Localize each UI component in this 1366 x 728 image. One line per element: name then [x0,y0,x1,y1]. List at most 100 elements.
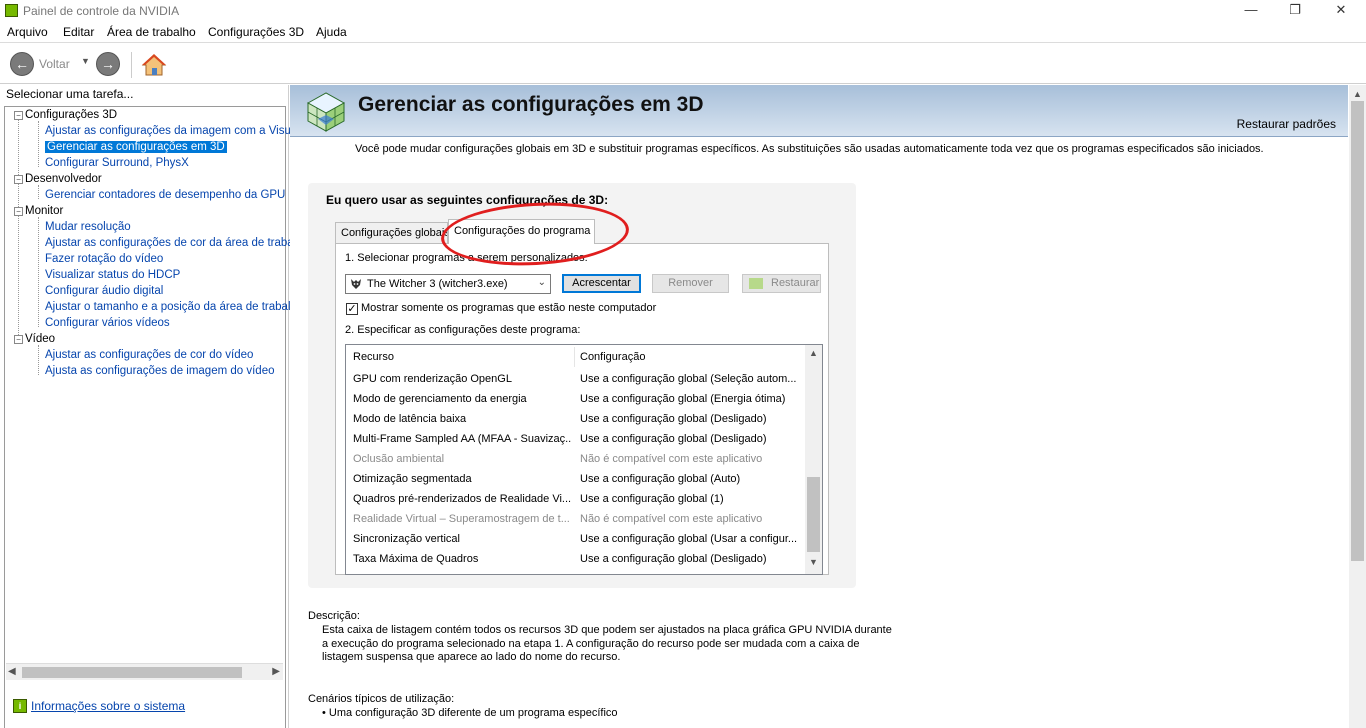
scroll-thumb[interactable] [22,667,242,678]
table-row[interactable]: Sincronização vertical Use a configuração… [346,530,806,550]
menu-arquivo[interactable]: Arquivo [7,25,48,39]
system-info-icon[interactable]: i [13,699,27,713]
add-program-button[interactable]: Acrescentar [562,274,641,293]
scroll-thumb[interactable] [1351,101,1364,561]
tree-item-audio-digital[interactable]: Configurar áudio digital [45,285,163,297]
chevron-down-icon[interactable]: ⌄ [538,277,546,288]
tree-item-surround-physx[interactable]: Configurar Surround, PhysX [45,157,189,169]
main-vertical-scrollbar[interactable]: ▲ [1349,85,1366,728]
column-header-configuracao[interactable]: Configuração [580,351,645,363]
feature-setting[interactable]: Use a configuração global (Desligado) [580,553,802,565]
nvidia-logo-icon [749,278,763,289]
tree-item-gerenciar-3d[interactable]: Gerenciar as configurações em 3D [45,141,227,153]
show-local-programs-label[interactable]: Mostrar somente os programas que estão n… [361,302,656,314]
feature-settings-table: Recurso Configuração GPU com renderizaçã… [345,344,823,575]
tree-item-tamanho-posicao[interactable]: Ajustar o tamanho e a posição da área de… [45,301,297,313]
tree-connector [38,345,39,375]
tree-connector [38,217,39,327]
feature-name: Taxa Máxima de Quadros [353,553,479,565]
column-header-recurso[interactable]: Recurso [353,351,394,363]
scroll-down-icon[interactable]: ▼ [809,557,818,567]
scroll-up-icon[interactable]: ▲ [1353,89,1362,99]
collapse-icon[interactable]: − [14,111,23,120]
table-row[interactable]: Oclusão ambiental Não é compatível com es… [346,450,806,470]
tab-program-settings[interactable]: Configurações do programa [448,219,595,244]
program-select[interactable]: The Witcher 3 (witcher3.exe) ⌄ [345,274,551,294]
table-row[interactable]: GPU com renderização OpenGL Use a configu… [346,370,806,390]
minimize-button[interactable]: — [1228,0,1274,22]
description-text: Esta caixa de listagem contém todos os r… [322,624,892,663]
system-info-link[interactable]: Informações sobre o sistema [31,699,185,713]
tree-item-imagem-video[interactable]: Ajusta as configurações de imagem do víd… [45,365,275,377]
tree-item-rotacao-video[interactable]: Fazer rotação do vídeo [45,253,163,265]
collapse-icon[interactable]: − [14,207,23,216]
tab-global-settings[interactable]: Configurações globais [335,222,448,244]
tree-item-cor-area-trabalho[interactable]: Ajustar as configurações de cor da área … [45,237,296,249]
usage-item: • Uma configuração 3D diferente de um pr… [322,707,618,719]
menu-editar[interactable]: Editar [63,25,94,39]
column-divider[interactable] [574,347,575,367]
remove-program-button[interactable]: Remover [652,274,729,293]
feature-setting[interactable]: Use a configuração global (Energia ótima… [580,393,802,405]
tree-group-video[interactable]: Vídeo [25,333,55,345]
feature-setting[interactable]: Use a configuração global (Seleção autom… [580,373,802,385]
menu-area-de-trabalho[interactable]: Área de trabalho [107,25,196,39]
feature-name: Modo de latência baixa [353,413,467,425]
program-select-value: The Witcher 3 (witcher3.exe) [367,278,508,290]
menu-ajuda[interactable]: Ajuda [316,25,347,39]
toolbar: ← Voltar ▼ → [0,44,1366,84]
scroll-up-icon[interactable]: ▲ [809,348,818,358]
tree-horizontal-scrollbar[interactable]: ◀ ▶ [6,663,283,680]
history-dropdown-icon[interactable]: ▼ [81,56,90,66]
table-row[interactable]: Realidade Virtual – Superamostragem de t… [346,510,806,530]
feature-setting[interactable]: Não é compatível com este aplicativo [580,453,802,465]
table-vertical-scrollbar[interactable]: ▲ ▼ [805,345,822,574]
feature-setting[interactable]: Não é compatível com este aplicativo [580,513,802,525]
home-icon[interactable] [141,53,167,77]
restore-program-button[interactable]: Restaurar [742,274,821,293]
feature-name: Otimização segmentada [353,473,472,485]
table-row[interactable]: Taxa Máxima de Quadros Use a configuração… [346,550,806,570]
restore-defaults-link[interactable]: Restaurar padrões [1237,117,1336,131]
scroll-right-icon[interactable]: ▶ [272,666,280,677]
table-row[interactable]: Quadros pré-renderizados de Realidade Vi… [346,490,806,510]
3d-cube-icon [306,92,346,132]
table-row[interactable]: Otimização segmentada Use a configuração … [346,470,806,490]
close-button[interactable]: ✕ [1318,0,1364,22]
feature-setting[interactable]: Use a configuração global (Desligado) [580,433,802,445]
scroll-thumb[interactable] [807,477,820,552]
maximize-button[interactable]: ❐ [1272,0,1318,22]
feature-setting[interactable]: Use a configuração global (Desligado) [580,413,802,425]
feature-setting[interactable]: Use a configuração global (Auto) [580,473,802,485]
table-row[interactable]: Modo de gerenciamento da energia Use a co… [346,390,806,410]
tree-group-monitor[interactable]: Monitor [25,205,63,217]
main-content: Gerenciar as configurações em 3D Restaur… [290,85,1366,728]
task-panel-header: Selecionar uma tarefa... [6,87,134,101]
tree-item-contadores-desempenho[interactable]: Gerenciar contadores de desempenho da GP… [45,189,285,201]
forward-arrow-icon[interactable]: → [96,52,120,76]
menu-configuracoes-3d[interactable]: Configurações 3D [208,25,304,39]
table-row[interactable]: Modo de latência baixa Use a configuração… [346,410,806,430]
tree-connector [38,121,39,167]
tree-group-configuracoes-3d[interactable]: Configurações 3D [25,109,117,121]
nvidia-app-icon [5,4,18,17]
tree-group-desenvolvedor[interactable]: Desenvolvedor [25,173,102,185]
intro-text: Você pode mudar configurações globais em… [355,143,1264,155]
tree-item-varios-videos[interactable]: Configurar vários vídeos [45,317,170,329]
restore-button-label: Restaurar [771,277,820,289]
tree-connector [18,119,19,343]
tree-item-mudar-resolucao[interactable]: Mudar resolução [45,221,131,233]
feature-setting[interactable]: Use a configuração global (1) [580,493,802,505]
back-arrow-icon[interactable]: ← [10,52,34,76]
collapse-icon[interactable]: − [14,175,23,184]
tree-item-ajustar-imagem-visualizacao[interactable]: Ajustar as configurações da imagem com a… [45,125,306,137]
tree-item-status-hdcp[interactable]: Visualizar status do HDCP [45,269,180,281]
scroll-left-icon[interactable]: ◀ [8,666,16,677]
table-row[interactable]: Multi-Frame Sampled AA (MFAA - Suavizaç.… [346,430,806,450]
show-local-programs-checkbox[interactable]: ✓ [346,303,358,315]
back-label[interactable]: Voltar [39,57,70,71]
settings-heading: Eu quero usar as seguintes configurações… [326,193,609,207]
collapse-icon[interactable]: − [14,335,23,344]
feature-setting[interactable]: Use a configuração global (Usar a config… [580,533,802,545]
tree-item-cor-video[interactable]: Ajustar as configurações de cor do vídeo [45,349,253,361]
